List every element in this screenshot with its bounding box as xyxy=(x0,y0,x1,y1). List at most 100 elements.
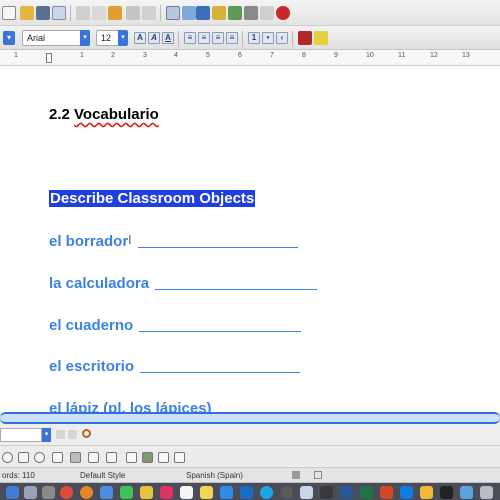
selected-section-title: Describe Classroom Objects xyxy=(49,190,256,207)
system-preferences-icon[interactable] xyxy=(42,486,55,499)
insert-mode-indicator[interactable] xyxy=(292,471,300,479)
drive-icon[interactable] xyxy=(420,486,433,499)
firefox-icon[interactable] xyxy=(80,486,93,499)
dropbox-icon[interactable] xyxy=(400,486,413,499)
ruler-number: 13 xyxy=(462,52,470,59)
vocab-word: la calculadora xyxy=(49,275,150,292)
font-name-dropdown[interactable]: ▾ xyxy=(80,30,90,46)
open-folder-icon[interactable] xyxy=(20,6,34,20)
photos-icon[interactable] xyxy=(140,486,153,499)
selection-mode-icon[interactable] xyxy=(314,471,322,479)
music-icon[interactable] xyxy=(160,486,173,499)
ruler-number: 2 xyxy=(111,52,115,59)
shape-tool-icon[interactable] xyxy=(34,452,45,463)
line-tool-icon[interactable] xyxy=(18,452,29,463)
numbering-icon[interactable]: 1 xyxy=(248,32,260,44)
libreoffice-icon[interactable] xyxy=(240,486,253,499)
messages-icon[interactable] xyxy=(120,486,133,499)
terminal-icon[interactable] xyxy=(440,486,453,499)
font-color-icon[interactable] xyxy=(298,31,312,45)
justify-icon[interactable]: ≡ xyxy=(226,32,238,44)
text-box-icon[interactable] xyxy=(126,452,137,463)
toolbar-separator xyxy=(70,5,71,21)
align-right-icon[interactable]: ≡ xyxy=(212,32,224,44)
bold-icon[interactable]: A xyxy=(134,32,146,44)
mail-icon[interactable] xyxy=(100,486,113,499)
answer-blank[interactable] xyxy=(139,331,302,332)
excel-icon[interactable] xyxy=(360,486,373,499)
find-input[interactable] xyxy=(0,428,42,442)
arrow-tool-icon[interactable] xyxy=(52,452,63,463)
find-history-dropdown[interactable]: ▾ xyxy=(42,428,51,442)
italic-icon[interactable]: A xyxy=(148,32,160,44)
horizontal-ruler[interactable]: 1 1 2 3 4 5 6 7 8 9 10 11 12 13 xyxy=(0,50,500,66)
toolbar-separator xyxy=(292,31,293,47)
horizontal-scrollbar[interactable] xyxy=(0,412,500,424)
vocab-word: el lápiz (pl. los lápices) xyxy=(49,400,212,412)
fontwork-icon[interactable] xyxy=(158,452,169,463)
answer-blank[interactable] xyxy=(140,372,301,373)
decrease-indent-icon[interactable]: ‹ xyxy=(276,32,288,44)
folder-icon[interactable] xyxy=(460,486,473,499)
app-store-icon[interactable] xyxy=(220,486,233,499)
underline-icon[interactable]: A xyxy=(162,32,174,44)
gallery-icon[interactable] xyxy=(228,6,242,20)
left-indent-marker[interactable] xyxy=(46,53,52,63)
vocab-item-borrador: el borrador xyxy=(49,233,299,250)
chart-icon[interactable] xyxy=(196,6,210,20)
email-icon[interactable] xyxy=(52,6,66,20)
star-shape-icon[interactable] xyxy=(106,452,117,463)
bullets-icon[interactable]: • xyxy=(262,32,274,44)
image-icon[interactable] xyxy=(182,6,196,20)
calendar-icon[interactable] xyxy=(180,486,193,499)
table-icon[interactable] xyxy=(166,6,180,20)
camera-icon[interactable] xyxy=(320,486,333,499)
extrusion-icon[interactable] xyxy=(174,452,185,463)
rectangle-tool-icon[interactable] xyxy=(70,452,81,463)
image-insert-icon[interactable] xyxy=(142,452,153,463)
answer-blank[interactable] xyxy=(138,247,299,248)
help-icon[interactable] xyxy=(276,6,290,20)
align-center-icon[interactable]: ≡ xyxy=(198,32,210,44)
redo-icon[interactable] xyxy=(142,6,156,20)
finder-icon[interactable] xyxy=(6,486,19,499)
paragraph-style-dropdown[interactable]: ▾ xyxy=(3,31,15,45)
font-size-dropdown[interactable]: ▾ xyxy=(118,30,128,46)
format-paintbrush-icon[interactable] xyxy=(108,6,122,20)
save-icon[interactable] xyxy=(36,6,50,20)
formatting-marks-icon[interactable] xyxy=(260,6,274,20)
trash-icon[interactable] xyxy=(480,486,493,499)
page-style[interactable]: Default Style xyxy=(80,471,125,480)
notes-icon[interactable] xyxy=(200,486,213,499)
document-page[interactable]: 2.2 Vocabulario Describe Classroom Objec… xyxy=(0,66,500,412)
language-indicator[interactable]: Spanish (Spain) xyxy=(186,471,243,480)
ruler-number: 12 xyxy=(430,52,438,59)
search-icon[interactable] xyxy=(82,429,91,438)
select-tool-icon[interactable] xyxy=(2,452,13,463)
ruler-number: 9 xyxy=(334,52,338,59)
toolbar-separator xyxy=(242,31,243,47)
powerpoint-icon[interactable] xyxy=(380,486,393,499)
styles-icon[interactable] xyxy=(244,6,258,20)
quicktime-icon[interactable] xyxy=(280,486,293,499)
ruler-number: 7 xyxy=(270,52,274,59)
chrome-icon[interactable] xyxy=(60,486,73,499)
find-previous-icon[interactable] xyxy=(56,430,65,439)
spellcheck-icon[interactable] xyxy=(92,6,106,20)
answer-blank[interactable] xyxy=(155,289,318,290)
word-count: ords: 110 xyxy=(2,471,35,480)
undo-icon[interactable] xyxy=(126,6,140,20)
heading-word: Vocabulario xyxy=(74,106,159,123)
highlight-color-icon[interactable] xyxy=(314,31,328,45)
new-document-icon[interactable] xyxy=(2,6,16,20)
callout-tool-icon[interactable] xyxy=(88,452,99,463)
skype-icon[interactable] xyxy=(260,486,273,499)
align-left-icon[interactable]: ≡ xyxy=(184,32,196,44)
launchpad-icon[interactable] xyxy=(24,486,37,499)
find-next-icon[interactable] xyxy=(68,430,77,439)
find-toolbar: ▾ xyxy=(0,424,500,446)
navigator-icon[interactable] xyxy=(212,6,226,20)
preview-icon[interactable] xyxy=(300,486,313,499)
word-icon[interactable] xyxy=(340,486,353,499)
print-icon[interactable] xyxy=(76,6,90,20)
